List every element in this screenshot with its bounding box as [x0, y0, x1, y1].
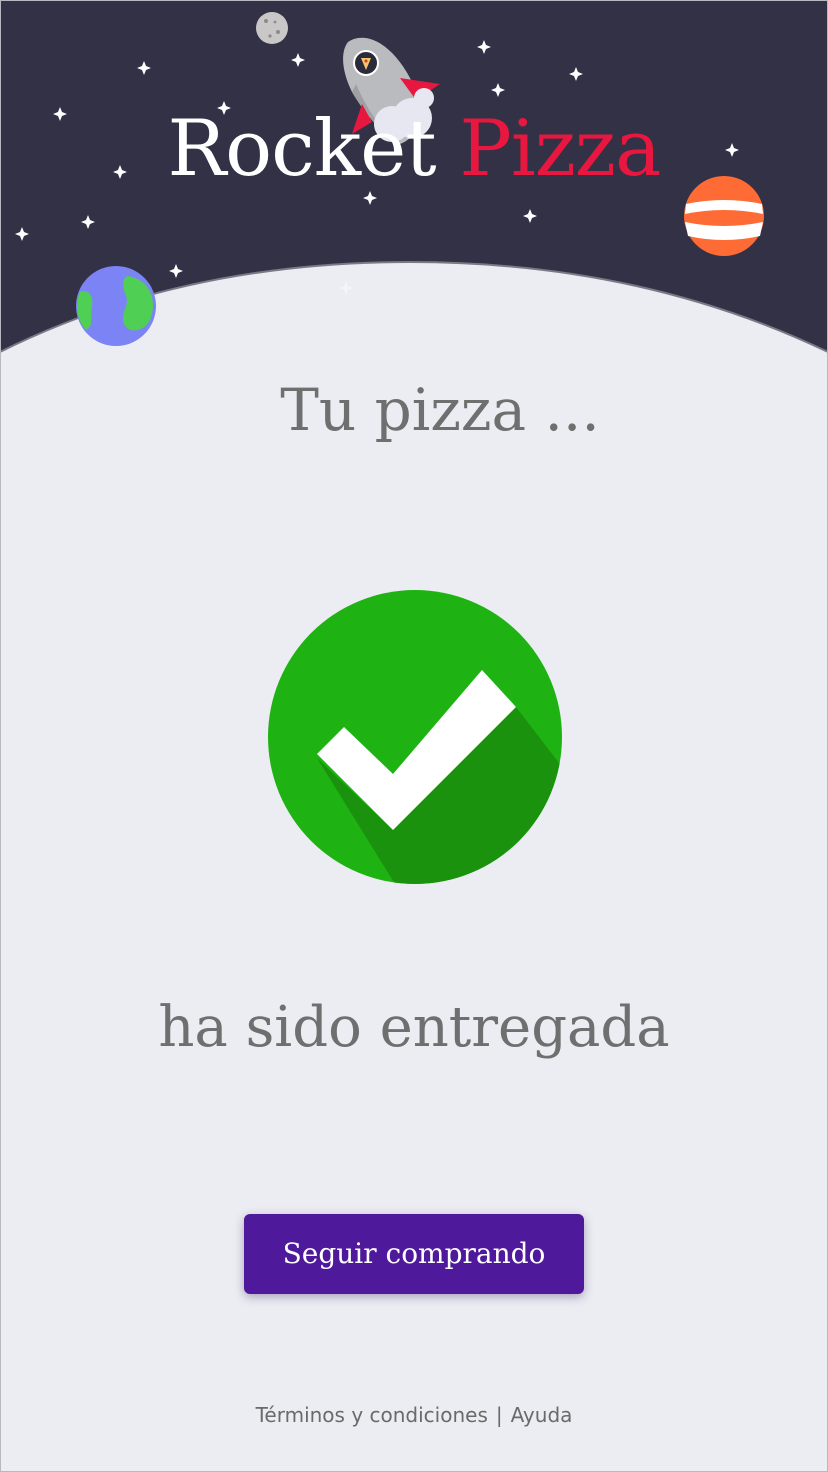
header: Rocket Pizza	[0, 0, 828, 360]
brand-word-pizza: Pizza	[459, 104, 661, 194]
footer: Términos y condiciones | Ayuda	[0, 1400, 828, 1430]
star-icon	[339, 281, 353, 295]
moon-icon	[256, 12, 288, 44]
status-message: ha sido entregada	[158, 995, 670, 1060]
status-heading: Tu pizza ...	[280, 376, 600, 444]
earth-icon	[76, 266, 156, 346]
footer-separator: |	[495, 1403, 503, 1427]
brand-word-rocket: Rocket	[167, 104, 436, 194]
continue-shopping-button[interactable]: Seguir comprando	[244, 1214, 584, 1294]
help-link[interactable]: Ayuda	[511, 1403, 573, 1427]
pizza-slice-icon	[353, 50, 379, 76]
terms-link[interactable]: Términos y condiciones	[256, 1403, 488, 1427]
check-circle-icon	[266, 588, 564, 886]
check-circle-art	[268, 590, 562, 884]
brand-logo[interactable]: Rocket Pizza	[0, 104, 828, 194]
